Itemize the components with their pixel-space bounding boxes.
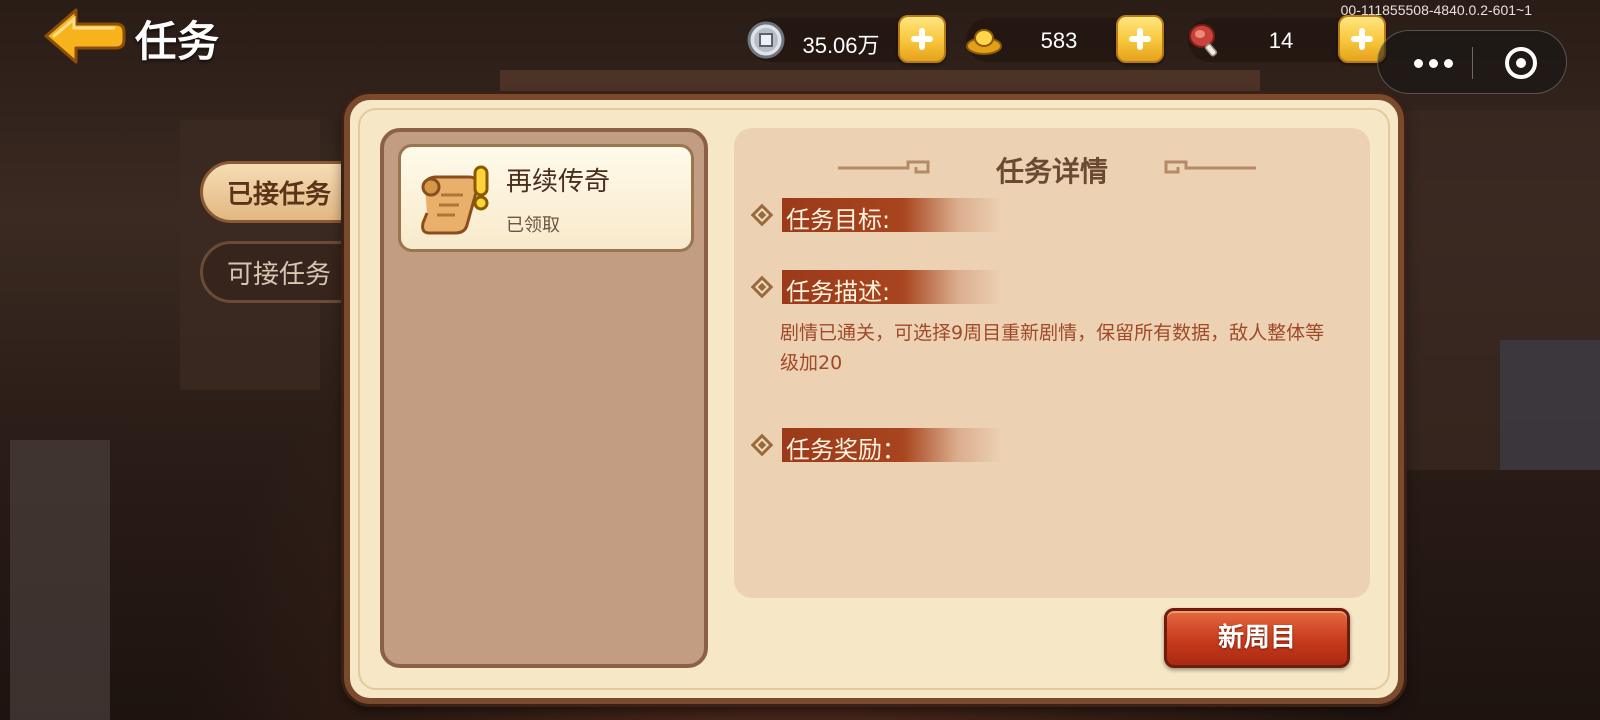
gold-ingot-icon — [966, 29, 1002, 55]
detail-header: 任务详情 — [734, 148, 1370, 188]
meat-icon — [1189, 24, 1218, 57]
goal-label: 任务目标: — [786, 206, 891, 234]
task-description: 剧情已通关，可选择9周目重新剧情，保留所有数据，敌人整体等级加20 — [780, 322, 1325, 374]
new-round-button[interactable]: 新周目 — [1164, 608, 1350, 668]
task-title: 再续传奇 — [506, 167, 611, 197]
capsule-divider — [1472, 47, 1473, 79]
tab-available-tasks[interactable]: 可接任务 — [200, 241, 360, 303]
task-panel: 再续传奇 已领取 任务详情 任务目标: 任务描述: 剧情已通关，可选择9周目重新… — [344, 94, 1404, 704]
meat-currency: 14 — [1188, 15, 1386, 63]
desc-label: 任务描述: — [786, 278, 891, 306]
miniapp-capsule — [1377, 30, 1567, 94]
close-miniapp-icon[interactable] — [1505, 47, 1537, 79]
detail-title: 任务详情 — [995, 155, 1108, 188]
diamond-icon — [750, 203, 774, 227]
gold-currency: 583 — [966, 15, 1164, 63]
diamond-icon — [750, 433, 774, 457]
back-arrow-icon — [44, 8, 126, 64]
list-item[interactable]: 再续传奇 已领取 — [398, 144, 694, 252]
page-title: 任务 — [135, 17, 220, 66]
silver-coin-icon — [747, 21, 785, 59]
right-ornament-icon — [1164, 160, 1256, 174]
add-gold-button[interactable] — [1116, 15, 1164, 63]
back-button[interactable] — [42, 6, 126, 66]
meat-value: 14 — [1268, 28, 1294, 53]
background-table — [1500, 340, 1600, 470]
diamond-icon — [750, 275, 774, 299]
silver-currency: 35.06万 — [747, 15, 946, 63]
scroll-exclamation-icon — [421, 165, 489, 235]
goal-section-label: 任务目标: — [750, 198, 1002, 234]
silver-value: 35.06万 — [802, 33, 880, 58]
gold-value: 583 — [1040, 28, 1078, 53]
tab-accepted-tasks[interactable]: 已接任务 — [200, 161, 360, 223]
desc-section-label: 任务描述: — [750, 270, 1002, 306]
reward-label: 任务奖励： — [786, 436, 906, 464]
background-chair — [10, 440, 110, 720]
reward-section-label: 任务奖励： — [750, 428, 1002, 464]
more-menu-icon[interactable] — [1414, 59, 1453, 68]
task-detail: 任务详情 任务目标: 任务描述: 剧情已通关，可选择9周目重新剧情，保留所有数据… — [734, 128, 1370, 598]
add-silver-button[interactable] — [898, 15, 946, 63]
task-list: 再续传奇 已领取 — [380, 128, 708, 668]
task-status: 已领取 — [506, 215, 560, 236]
